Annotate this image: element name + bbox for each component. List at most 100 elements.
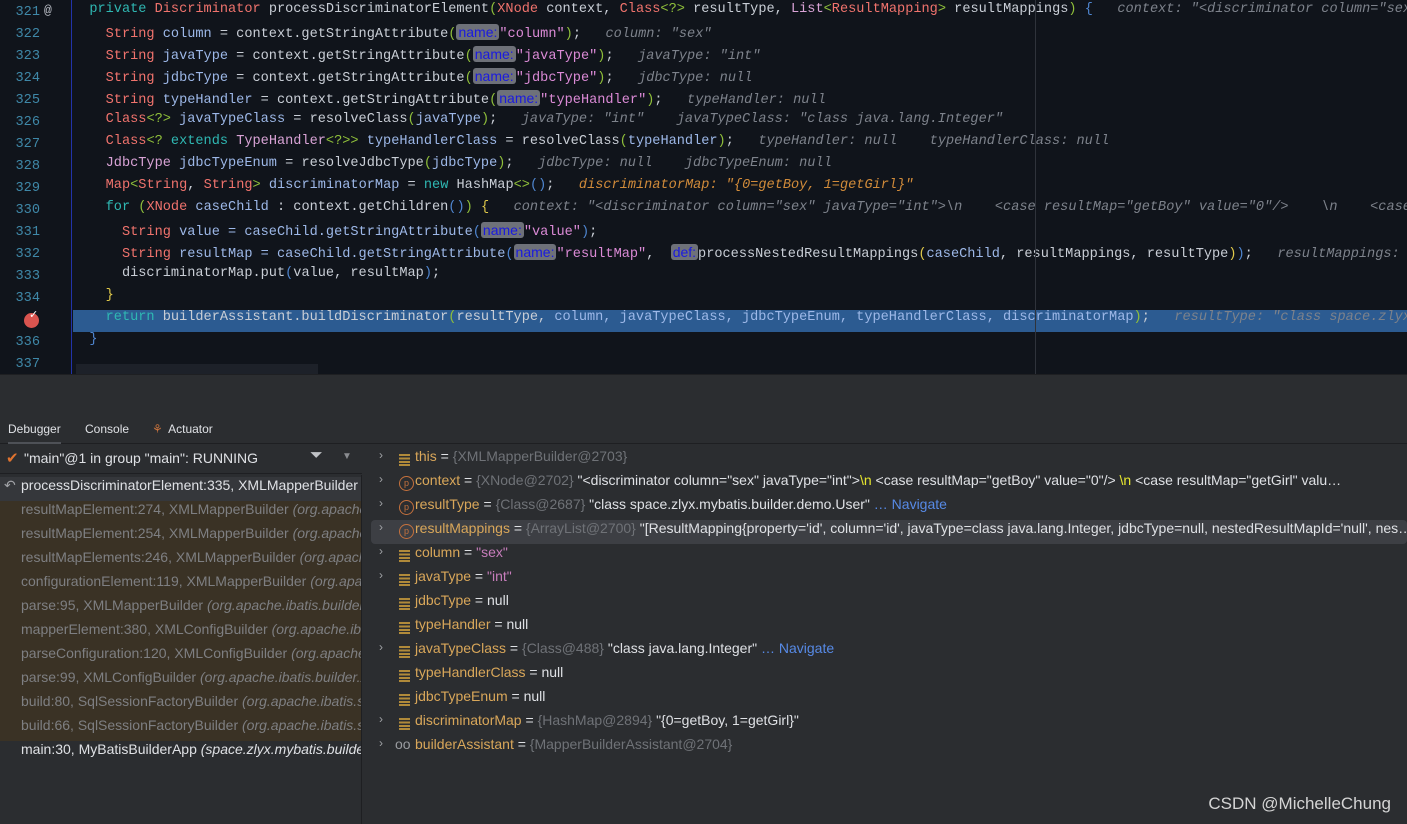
line-number[interactable]: 336	[0, 332, 40, 354]
stack-frame[interactable]: configurationElement:119, XMLMapperBuild…	[0, 573, 361, 597]
code-line[interactable]: Map<String, String> discriminatorMap = n…	[73, 178, 1407, 200]
code-line[interactable]: Class<? extends TypeHandler<?>> typeHand…	[73, 134, 1407, 156]
code-token: ;	[1244, 247, 1253, 262]
frame-package: (org.apache.ibatis.session)	[242, 717, 362, 733]
variable-row[interactable]: › p resultMappings = {ArrayList@2700} "[Re…	[371, 520, 1407, 544]
line-number[interactable]: 324	[0, 68, 40, 90]
line-number[interactable]: 333	[0, 266, 40, 288]
variable-row[interactable]: › this = {XMLMapperBuilder@2703}	[371, 448, 1407, 472]
code-line[interactable]: JdbcType jdbcTypeEnum = resolveJdbcType(…	[73, 156, 1407, 178]
code-line[interactable]: String jdbcType = context.getStringAttri…	[73, 68, 1407, 90]
line-number[interactable]: 328	[0, 156, 40, 178]
chevron-right-icon[interactable]: ›	[379, 496, 383, 510]
line-number[interactable]: 332	[0, 244, 40, 266]
variable-row-content: jdbcTypeEnum = null	[415, 688, 545, 704]
variable-row[interactable]: › p context = {XNode@2702} "<discriminator…	[371, 472, 1407, 496]
variable-row-content: resultType = {Class@2687} "class space.z…	[415, 496, 947, 512]
tab-console[interactable]: Console	[85, 412, 129, 444]
thread-selector[interactable]: ✔ "main"@1 in group "main": RUNNING ⏷ ▼	[0, 444, 362, 474]
stack-frame[interactable]: main:30, MyBatisBuilderApp (space.zlyx.m…	[0, 741, 361, 765]
code-token: XNode	[497, 2, 547, 17]
stack-frame[interactable]: build:66, SqlSessionFactoryBuilder (org.…	[0, 717, 362, 741]
stack-frame[interactable]: resultMapElements:246, XMLMapperBuilder …	[0, 549, 361, 573]
chevron-right-icon[interactable]: ›	[379, 568, 383, 582]
field-icon	[399, 694, 410, 706]
code-token: ;	[589, 225, 598, 240]
variable-row[interactable]: › column = "sex"	[371, 544, 1407, 568]
code-token: <?>	[660, 2, 685, 17]
stack-frame[interactable]: parse:95, XMLMapperBuilder (org.apache.i…	[0, 597, 361, 621]
line-number[interactable]: 323	[0, 46, 40, 68]
stack-frame[interactable]: resultMapElement:274, XMLMapperBuilder (…	[0, 501, 361, 525]
stack-frame[interactable]: mapperElement:380, XMLConfigBuilder (org…	[0, 621, 361, 645]
line-number[interactable]: 321	[0, 2, 40, 24]
variable-row[interactable]: › oo builderAssistant = {MapperBuilderAssi…	[371, 736, 1407, 760]
line-number[interactable]: 331	[0, 222, 40, 244]
code-token: (	[464, 71, 473, 86]
variable-row[interactable]: › discriminatorMap = {HashMap@2894} "{0=g…	[371, 712, 1407, 736]
chevron-right-icon[interactable]: ›	[379, 472, 383, 486]
variable-row[interactable]: › javaTypeClass = {Class@488} "class java…	[371, 640, 1407, 664]
code-editor[interactable]: 321 322 323 324 325 326 327 328 329 330 331 332 333 3…	[0, 0, 1407, 374]
code-line[interactable]: private Discriminator processDiscriminat…	[73, 2, 1407, 24]
variable-value: "int"	[487, 568, 512, 584]
chevron-right-icon[interactable]: ›	[379, 448, 383, 462]
code-line[interactable]: }	[73, 332, 1407, 354]
stack-frame[interactable]: ↶ processDiscriminatorElement:335, XMLMap…	[0, 477, 361, 501]
stack-frame[interactable]: build:80, SqlSessionFactoryBuilder (org.…	[0, 693, 361, 717]
variable-row[interactable]: typeHandlerClass = null	[371, 664, 1407, 688]
variable-row[interactable]: jdbcTypeEnum = null	[371, 688, 1407, 712]
line-number[interactable]: 322	[0, 24, 40, 46]
tab-actuator[interactable]: ⚘ Actuator	[152, 412, 213, 444]
stack-frame[interactable]: parseConfiguration:120, XMLConfigBuilder…	[0, 645, 361, 669]
horizontal-scrollbar[interactable]	[76, 364, 318, 374]
chevron-right-icon[interactable]: ›	[379, 640, 383, 654]
navigate-link[interactable]: … Navigate	[870, 496, 947, 512]
variable-row[interactable]: jdbcType = null	[371, 592, 1407, 616]
parameter-icon: p	[399, 476, 414, 491]
variable-row[interactable]: › p resultType = {Class@2687} "class space…	[371, 496, 1407, 520]
filter-icon[interactable]: ⏷	[310, 447, 323, 465]
code-token: )	[580, 225, 590, 240]
code-line[interactable]: return builderAssistant.buildDiscriminat…	[73, 310, 1407, 332]
code-line[interactable]: String column = context.getStringAttribu…	[73, 24, 1407, 46]
variable-value: "<discriminator column="sex" javaType="i…	[577, 472, 860, 488]
chevron-right-icon[interactable]: ›	[379, 520, 383, 534]
chevron-down-icon[interactable]: ▼	[342, 451, 352, 462]
breakpoint-icon[interactable]	[24, 308, 39, 328]
tab-debugger[interactable]: Debugger	[8, 412, 61, 444]
variable-row[interactable]: › javaType = "int"	[371, 568, 1407, 592]
code-line[interactable]: }	[73, 288, 1407, 310]
stack-frame[interactable]: resultMapElement:254, XMLMapperBuilder (…	[0, 525, 361, 549]
chevron-right-icon[interactable]: ›	[379, 712, 383, 726]
line-number[interactable]: 330	[0, 200, 40, 222]
variable-row[interactable]: typeHandler = null	[371, 616, 1407, 640]
chevron-right-icon[interactable]: ›	[379, 736, 383, 750]
code-token: ;	[725, 134, 734, 149]
code-line[interactable]: Class<?> javaTypeClass = resolveClass(ja…	[73, 112, 1407, 134]
line-number[interactable]: 337	[0, 354, 40, 374]
stack-frame[interactable]: parse:99, XMLConfigBuilder (org.apache.i…	[0, 669, 361, 693]
line-number[interactable]: 329	[0, 178, 40, 200]
navigate-link[interactable]: … Navigate	[757, 640, 834, 656]
line-number[interactable]: 327	[0, 134, 40, 156]
line-number[interactable]: 325	[0, 90, 40, 112]
panel-divider[interactable]	[0, 374, 1407, 412]
code-line[interactable]: String resultMap = caseChild.getStringAt…	[73, 244, 1407, 266]
code-line[interactable]: String value = caseChild.getStringAttrib…	[73, 222, 1407, 244]
equals-sign: =	[460, 472, 477, 488]
code-line[interactable]: String typeHandler = context.getStringAt…	[73, 90, 1407, 112]
code-token: >	[937, 2, 947, 17]
override-marker-icon[interactable]: @	[44, 3, 52, 18]
newline-escape: \n	[1119, 472, 1132, 488]
code-line[interactable]: discriminatorMap.put(value, resultMap);	[73, 266, 1407, 288]
inline-debug-value: discriminatorMap: "{0=getBoy, 1=getGirl}…	[554, 178, 914, 193]
code-line[interactable]: String javaType = context.getStringAttri…	[73, 46, 1407, 68]
line-number[interactable]: 334	[0, 288, 40, 310]
code-line[interactable]: for (XNode caseChild : context.getChildr…	[73, 200, 1407, 222]
chevron-right-icon[interactable]: ›	[379, 544, 383, 558]
line-number[interactable]: 326	[0, 112, 40, 134]
code-token: )	[480, 112, 490, 127]
